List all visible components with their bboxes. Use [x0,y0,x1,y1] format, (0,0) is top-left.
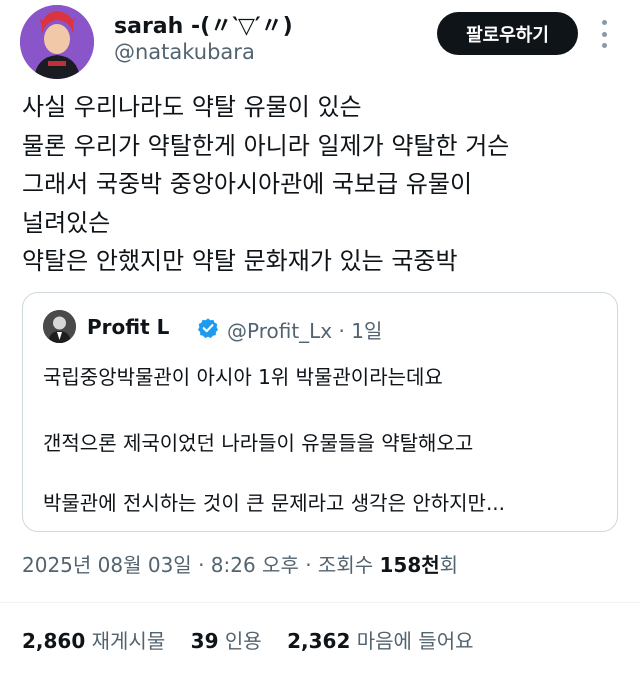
quoted-text-line: 갠적으론 제국이었던 나라들이 유물들을 약탈해오고 [43,431,474,455]
quotes-label: 인용 [224,629,262,653]
likes-stat[interactable]: 2,362 마음에 들어요 [287,629,473,653]
quoted-text-line: 국립중앙박물관이 아시아 1위 박물관이라는데요 [43,365,443,389]
author-avatar[interactable] [20,5,94,79]
more-dot [601,31,607,37]
author-handle[interactable]: @natakubara [114,40,255,64]
tweet-timestamp[interactable]: 2025년 08월 03일 · 8:26 오후 · 조회수 158천회 [22,549,458,578]
retweets-label: 재게시물 [91,629,166,653]
tweet-line: 약탈은 안했지만 약탈 문화재가 있는 국중박 [22,247,458,275]
tweet-body: 사실 우리나라도 약탈 유물이 있슨 물론 우리가 약탈한게 아니라 일제가 약… [22,88,622,281]
quoted-handle-time[interactable]: @Profit_Lx · 1일 [227,315,382,344]
tweet-line: 널려있슨 [22,208,111,237]
tweet-line: 물론 우리가 약탈한게 아니라 일제가 약탈한 거슨 [22,131,510,160]
likes-count: 2,362 [287,629,351,653]
view-count-suffix: 회 [439,553,459,577]
view-count: 158천 [379,553,440,577]
engagement-stats: 2,860 재게시물 39 인용 2,362 마음에 들어요 [22,625,474,654]
quoted-tweet-card[interactable]: Profit L @Profit_Lx · 1일 국립중앙박물관이 아시아 1위… [22,292,618,532]
retweets-stat[interactable]: 2,860 재게시물 [22,629,165,653]
quotes-stat[interactable]: 39 인용 [191,629,262,653]
retweets-count: 2,860 [22,629,86,653]
more-options-icon[interactable] [596,20,612,48]
tweet-line: 사실 우리나라도 약탈 유물이 있슨 [22,93,362,121]
divider [0,602,640,603]
quoted-text-line: 박물관에 전시하는 것이 큰 문제라고 생각은 안하지만... [43,491,506,515]
quoted-author-avatar[interactable] [43,310,76,343]
tweet-line: 그래서 국중박 중앙아시아관에 국보급 유물이 [22,170,473,198]
author-display-name[interactable]: sarah -(〃‵▽′〃) [114,8,293,40]
verified-badge-icon [198,318,218,339]
more-dot [601,43,607,48]
quotes-count: 39 [190,629,219,653]
follow-button[interactable]: 팔로우하기 [437,12,578,55]
more-dot [601,20,607,25]
anime-character-avatar-icon [20,5,94,79]
person-portrait-icon [43,310,76,343]
quoted-author-name[interactable]: Profit L [87,315,169,339]
likes-label: 마음에 들어요 [356,629,474,653]
timestamp-text: 2025년 08월 03일 · 8:26 오후 · 조회수 [22,553,380,577]
